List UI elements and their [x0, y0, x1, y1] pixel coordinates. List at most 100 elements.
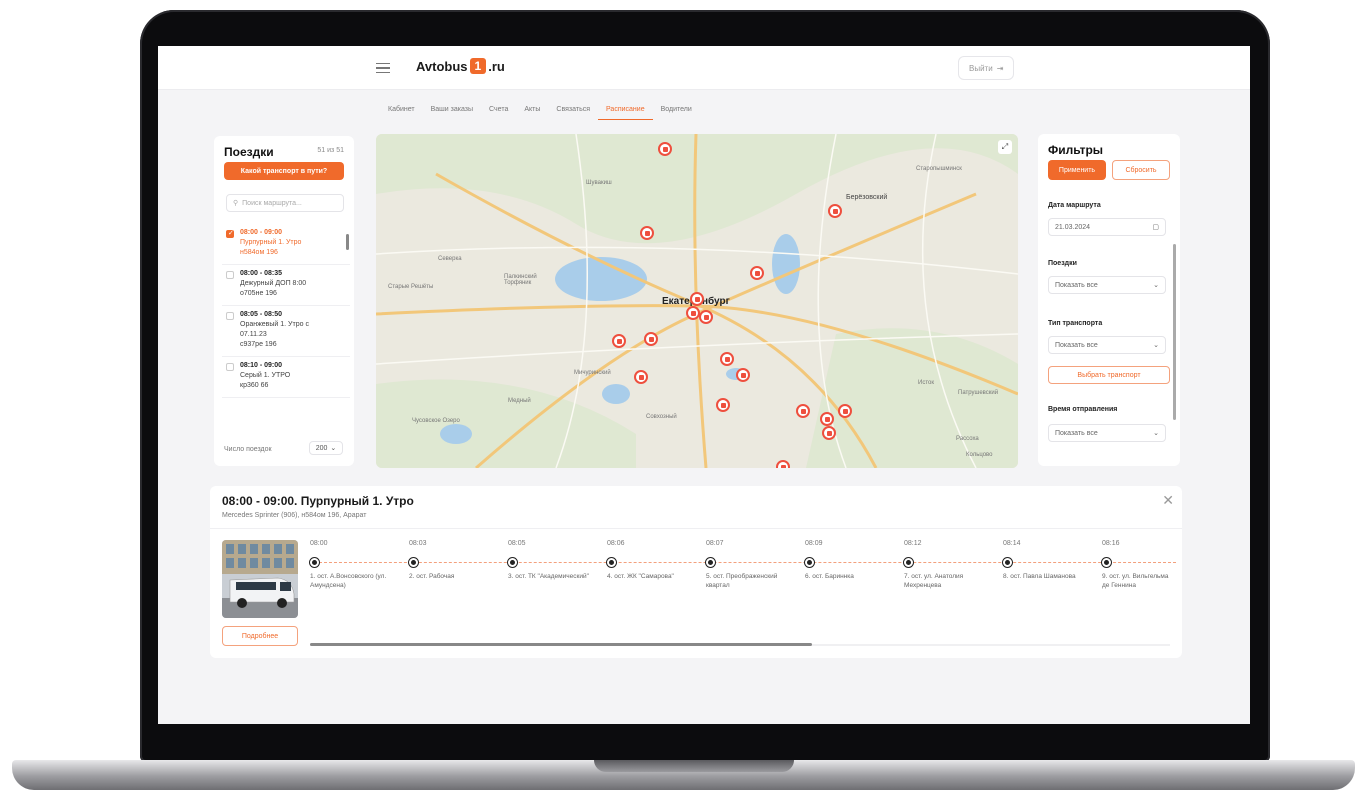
stop-dot	[805, 558, 814, 567]
bus-photo	[222, 540, 298, 618]
tab-schedule[interactable]: Расписание	[598, 106, 653, 120]
bus-pin[interactable]	[838, 404, 852, 418]
map-label: Кольцово	[966, 452, 993, 458]
search-icon: ⚲	[233, 200, 239, 207]
expand-icon[interactable]: ⤢	[998, 140, 1012, 154]
trip-checkbox[interactable]	[226, 363, 234, 371]
bus-pin[interactable]	[828, 204, 842, 218]
reset-button[interactable]: Сбросить	[1112, 160, 1170, 180]
bus-pin[interactable]	[750, 266, 764, 280]
stop-time: 08:07	[706, 540, 724, 547]
timeline-scrollbar[interactable]	[310, 643, 812, 646]
timeline-stop[interactable]: 08:06 4. ост. ЖК "Самарова"	[607, 540, 699, 580]
map-label: Палкинский Торфяник	[504, 274, 537, 286]
trip-plate: н584ом 196	[240, 249, 278, 256]
trips-title: Поездки	[224, 145, 274, 159]
bus-pin[interactable]	[686, 306, 700, 320]
per-page-value: 200	[315, 444, 328, 452]
bus-pin[interactable]	[776, 460, 790, 468]
transport-type-value: Показать все	[1055, 341, 1098, 349]
stop-time: 08:16	[1102, 540, 1120, 547]
tab-orders[interactable]: Ваши заказы	[423, 106, 481, 120]
timeline-stop[interactable]: 08:05 3. ост. ТК "Академический"	[508, 540, 600, 580]
transport-type-select[interactable]: Показать все ⌄	[1048, 336, 1166, 354]
stop-time: 08:00	[310, 540, 328, 547]
bus-pin[interactable]	[690, 292, 704, 306]
close-icon[interactable]: ✕	[1162, 492, 1174, 509]
trip-list: 08:00 - 09:00 Пурпурный 1. Утро н584ом 1…	[222, 224, 350, 398]
stop-dot	[310, 558, 319, 567]
choose-transport-button[interactable]: Выбрать транспорт	[1048, 366, 1170, 384]
trip-checkbox[interactable]	[226, 271, 234, 279]
trip-item[interactable]: 08:00 - 09:00 Пурпурный 1. Утро н584ом 1…	[222, 224, 350, 265]
per-page-select[interactable]: 200 ⌄	[309, 441, 343, 455]
details-button[interactable]: Подробнее	[222, 626, 298, 646]
logo[interactable]: Avtobus 1 .ru	[416, 58, 505, 74]
logout-button[interactable]: Выйти ⇥	[958, 56, 1015, 80]
timeline-stop[interactable]: 08:09 6. ост. Бариннка	[805, 540, 897, 580]
date-label: Дата маршрута	[1048, 202, 1101, 209]
bus-pin[interactable]	[720, 352, 734, 366]
transport-type-label: Тип транспорта	[1048, 320, 1103, 327]
tab-acts[interactable]: Акты	[516, 106, 548, 120]
timeline-stop[interactable]: 08:12 7. ост. ул. Анатолия Мехренцева	[904, 540, 996, 589]
timeline-stop[interactable]: 08:16 9. ост. ул. Вильгельма де Геннина	[1102, 540, 1174, 589]
departure-time-select[interactable]: Показать все ⌄	[1048, 424, 1166, 442]
bus-pin[interactable]	[822, 426, 836, 440]
nav-tabs: Кабинет Ваши заказы Счета Акты Связаться…	[380, 106, 700, 120]
bus-pin[interactable]	[699, 310, 713, 324]
trip-item[interactable]: 08:05 - 08:50 Оранжевый 1. Утро с 07.11.…	[222, 306, 350, 357]
where-transport-button[interactable]: Какой транспорт в пути?	[224, 162, 344, 180]
map-label: Чусовское Озеро	[412, 418, 460, 424]
bus-pin[interactable]	[644, 332, 658, 346]
laptop-notch	[594, 760, 794, 772]
tab-drivers[interactable]: Водители	[653, 106, 700, 120]
bus-pin[interactable]	[820, 412, 834, 426]
timeline-stop[interactable]: 08:14 8. ост. Павла Шаманова	[1003, 540, 1095, 580]
timeline-stop[interactable]: 08:03 2. ост. Рабочая	[409, 540, 501, 580]
trip-checkbox[interactable]	[226, 229, 234, 239]
stop-name: 3. ост. ТК "Академический"	[508, 573, 589, 580]
map[interactable]: Шувакиш Берёзовский Старопышминск Северк…	[376, 134, 1018, 468]
map-label: Патрушевский	[958, 390, 999, 396]
trip-list-scrollbar[interactable]	[346, 234, 349, 250]
bus-pin[interactable]	[658, 142, 672, 156]
trips-filter-value: Показать все	[1055, 281, 1098, 289]
bus-pin[interactable]	[640, 226, 654, 240]
stop-dot	[706, 558, 715, 567]
filters-scrollbar[interactable]	[1173, 244, 1176, 420]
tab-contact[interactable]: Связаться	[548, 106, 598, 120]
departure-time-label: Время отправления	[1048, 406, 1118, 413]
stop-time: 08:14	[1003, 540, 1021, 547]
trip-detail-title: 08:00 - 09:00. Пурпурный 1. Утро	[222, 494, 414, 508]
tab-invoices[interactable]: Счета	[481, 106, 516, 120]
route-search-input[interactable]: ⚲ Поиск маршрута...	[226, 194, 344, 212]
bus-pin[interactable]	[716, 398, 730, 412]
bus-pin[interactable]	[796, 404, 810, 418]
trip-item[interactable]: 08:10 - 09:00 Серый 1. УТРО кр360 66	[222, 357, 350, 398]
map-label: Мичуринский	[574, 370, 611, 376]
menu-icon[interactable]	[376, 63, 390, 73]
tab-cabinet[interactable]: Кабинет	[380, 106, 423, 120]
trip-item[interactable]: 08:00 - 08:35 Дежурный ДОП 8:00 о705не 1…	[222, 265, 350, 306]
stop-name: 4. ост. ЖК "Самарова"	[607, 573, 674, 580]
trips-filter-select[interactable]: Показать все ⌄	[1048, 276, 1166, 294]
bus-pin[interactable]	[736, 368, 750, 382]
date-field[interactable]: 21.03.2024 ▢	[1048, 218, 1166, 236]
search-placeholder: Поиск маршрута...	[242, 199, 302, 207]
stop-time: 08:06	[607, 540, 625, 547]
map-label: Старые Решёты	[388, 284, 434, 290]
timeline-stop[interactable]: 08:00 1. ост. А.Вонсовского (ул. Амундсе…	[310, 540, 402, 589]
stop-time: 08:12	[904, 540, 922, 547]
bus-pin[interactable]	[634, 370, 648, 384]
stop-dot	[607, 558, 616, 567]
bus-pin[interactable]	[612, 334, 626, 348]
stop-name: 6. ост. Бариннка	[805, 573, 854, 580]
apply-button[interactable]: Применить	[1048, 160, 1106, 180]
trip-checkbox[interactable]	[226, 312, 234, 320]
filters-title: Фильтры	[1048, 143, 1104, 157]
trip-time: 08:00 - 08:35	[240, 270, 283, 277]
timeline-stop[interactable]: 08:07 5. ост. Преображенский квартал	[706, 540, 798, 589]
stop-name: 9. ост. ул. Вильгельма де Геннина	[1102, 573, 1169, 589]
stop-name: 5. ост. Преображенский квартал	[706, 573, 778, 589]
